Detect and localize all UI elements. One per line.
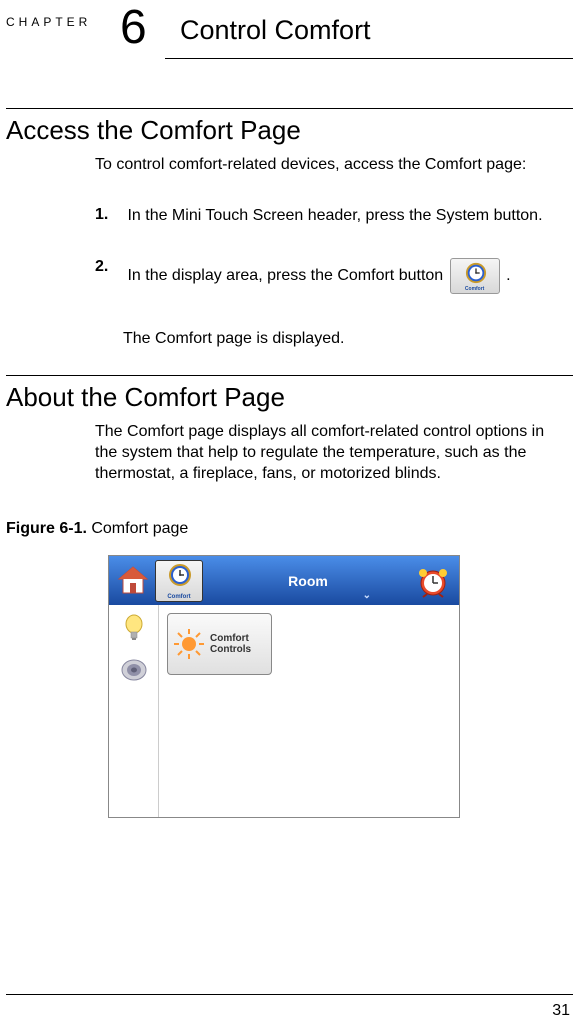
section-title-access: Access the Comfort Page xyxy=(6,115,301,146)
step-text: In the display area, press the Comfort b… xyxy=(127,258,562,294)
speaker-icon xyxy=(117,653,151,687)
section-title-about: About the Comfort Page xyxy=(6,382,285,413)
sun-icon xyxy=(172,627,206,661)
chapter-rule xyxy=(165,58,573,59)
figure-title: Comfort page xyxy=(87,520,188,537)
comfort-button-label: Comfort xyxy=(156,594,202,600)
sidebar xyxy=(109,605,159,817)
step-2-text-before: In the display area, press the Comfort b… xyxy=(127,267,443,284)
comfort-controls-line1: Comfort xyxy=(210,633,249,644)
titlebar: Comfort Room ⌄ xyxy=(109,556,459,605)
chapter-label: CHAPTER xyxy=(6,15,91,29)
page-number: 31 xyxy=(552,1002,570,1020)
room-label: Room xyxy=(288,573,328,589)
comfort-controls-line2: Controls xyxy=(210,644,251,655)
step-2: 2. In the display area, press the Comfor… xyxy=(95,258,565,294)
alarm-clock-icon xyxy=(413,561,453,601)
home-icon xyxy=(113,561,153,601)
screenshot-body: Comfort Controls xyxy=(109,605,459,817)
section-divider xyxy=(6,375,573,376)
comfort-controls-button[interactable]: Comfort Controls xyxy=(167,613,272,675)
comfort-page-screenshot: Comfort Room ⌄ xyxy=(108,555,460,818)
alarm-button[interactable] xyxy=(413,561,453,601)
lightbulb-icon xyxy=(117,611,151,645)
footer-rule xyxy=(6,994,573,995)
room-selector[interactable]: Room ⌄ xyxy=(203,573,413,589)
figure-number: Figure 6-1. xyxy=(6,520,87,537)
comfort-button-label: Comfort xyxy=(451,286,499,293)
comfort-controls-label: Comfort Controls xyxy=(210,633,251,655)
section-divider xyxy=(6,108,573,109)
chapter-number: 6 xyxy=(120,0,147,55)
chapter-title: Control Comfort xyxy=(180,15,371,46)
main-area: Comfort Controls xyxy=(159,605,459,817)
step-text: In the Mini Touch Screen header, press t… xyxy=(127,206,562,227)
step-number: 1. xyxy=(95,206,123,224)
home-button[interactable] xyxy=(113,561,153,601)
step-2-result-text: The Comfort page is displayed. xyxy=(123,330,344,348)
section-intro-text: To control comfort-related devices, acce… xyxy=(95,155,565,176)
section-body-text: The Comfort page displays all comfort-re… xyxy=(95,422,565,484)
chevron-down-icon: ⌄ xyxy=(363,590,371,601)
audio-button[interactable] xyxy=(117,653,151,687)
step-1: 1. In the Mini Touch Screen header, pres… xyxy=(95,206,565,227)
comfort-button-titlebar[interactable]: Comfort xyxy=(155,560,203,602)
figure-caption: Figure 6-1. Comfort page xyxy=(6,520,188,538)
comfort-clock-icon xyxy=(465,262,487,284)
lighting-button[interactable] xyxy=(117,611,151,645)
step-2-text-after: . xyxy=(506,267,510,284)
step-number: 2. xyxy=(95,258,123,276)
comfort-button-inline: Comfort xyxy=(450,258,500,294)
comfort-clock-icon xyxy=(168,563,192,587)
